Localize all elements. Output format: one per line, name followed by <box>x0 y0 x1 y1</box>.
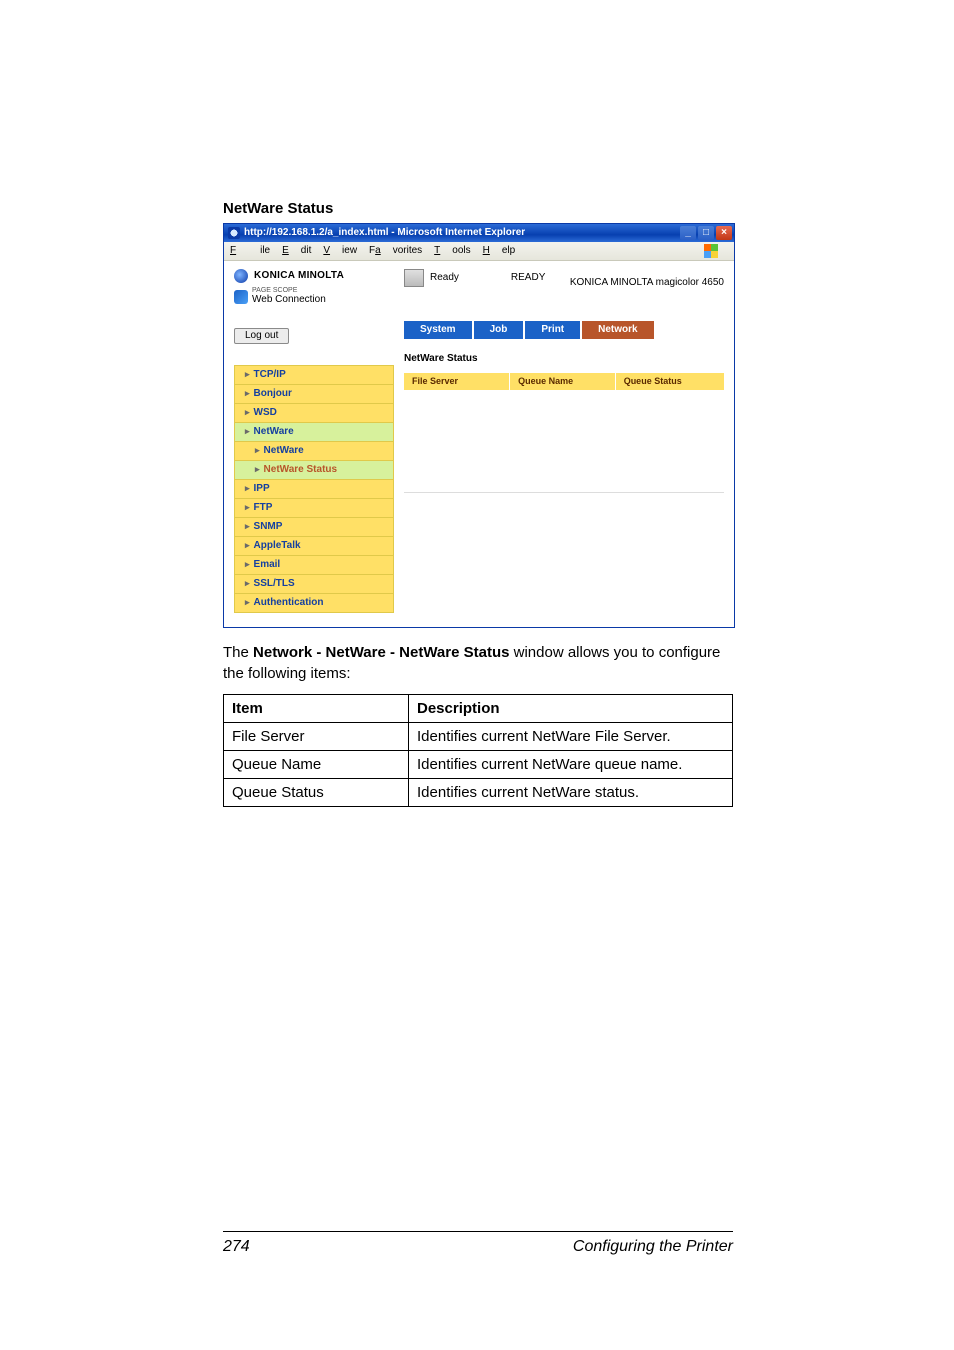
tab-network[interactable]: Network <box>582 321 653 339</box>
footer-title: Configuring the Printer <box>573 1238 733 1256</box>
tab-job[interactable]: Job <box>474 321 524 339</box>
table-row <box>404 390 724 482</box>
col-queue-name: Queue Name <box>510 373 616 390</box>
close-icon[interactable]: × <box>716 226 732 240</box>
brand-name: KONICA MINOLTA <box>254 270 344 282</box>
tab-bar: System Job Print Network <box>404 321 724 339</box>
col-queue-status: Queue Status <box>615 373 724 390</box>
nav-ssltls[interactable]: SSL/TLS <box>234 574 394 594</box>
ie-icon <box>228 227 240 239</box>
menu-file[interactable]: File <box>230 245 270 257</box>
tab-print[interactable]: Print <box>525 321 580 339</box>
col-file-server: File Server <box>404 373 510 390</box>
content-footer-rule <box>404 492 724 497</box>
nav-ipp[interactable]: IPP <box>234 479 394 499</box>
side-nav: TCP/IP Bonjour WSD NetWare NetWare NetWa… <box>234 365 394 613</box>
brand-row: KONICA MINOLTA <box>234 269 394 283</box>
screenshot-window: http://192.168.1.2/a_index.html - Micros… <box>223 223 735 628</box>
caption-text: The Network - NetWare - NetWare Status w… <box>223 642 733 684</box>
windows-flag-icon <box>704 244 718 258</box>
nav-email[interactable]: Email <box>234 555 394 575</box>
maximize-icon[interactable]: □ <box>698 226 714 240</box>
menu-tools[interactable]: Tools <box>434 245 470 257</box>
menu-help[interactable]: Help <box>483 245 516 257</box>
status-ready: Ready <box>430 272 459 284</box>
menu-favorites[interactable]: Favorites <box>369 245 422 257</box>
minimize-icon[interactable]: _ <box>680 226 696 240</box>
window-title: http://192.168.1.2/a_index.html - Micros… <box>244 227 680 239</box>
menu-bar: File Edit View Favorites Tools Help <box>224 242 734 261</box>
nav-authentication[interactable]: Authentication <box>234 593 394 613</box>
status-ready-upper: READY <box>511 272 545 284</box>
nav-bonjour[interactable]: Bonjour <box>234 384 394 404</box>
nav-wsd[interactable]: WSD <box>234 403 394 423</box>
printer-icon <box>404 269 424 287</box>
menu-view[interactable]: View <box>323 245 357 257</box>
nav-netware-sub[interactable]: NetWare <box>234 441 394 461</box>
brand-sub: PAGE SCOPE Web Connection <box>234 287 394 306</box>
logout-button[interactable]: Log out <box>234 328 289 344</box>
nav-netware-status[interactable]: NetWare Status <box>234 460 394 480</box>
nav-snmp[interactable]: SNMP <box>234 517 394 537</box>
nav-tcpip[interactable]: TCP/IP <box>234 365 394 385</box>
nav-netware[interactable]: NetWare <box>234 422 394 442</box>
desc-header-item: Item <box>224 695 409 723</box>
table-row: Queue Status Identifies current NetWare … <box>224 779 733 807</box>
nav-appletalk[interactable]: AppleTalk <box>234 536 394 556</box>
table-row: File Server Identifies current NetWare F… <box>224 723 733 751</box>
nav-ftp[interactable]: FTP <box>234 498 394 518</box>
brand-logo-icon <box>234 269 248 283</box>
tab-system[interactable]: System <box>404 321 472 339</box>
globe-icon <box>234 290 248 304</box>
netware-status-table: File Server Queue Name Queue Status <box>404 373 724 482</box>
content-heading: NetWare Status <box>404 353 724 365</box>
menu-edit[interactable]: Edit <box>282 245 311 257</box>
description-table: Item Description File Server Identifies … <box>223 694 733 807</box>
section-heading: NetWare Status <box>223 200 733 217</box>
desc-header-description: Description <box>409 695 733 723</box>
window-titlebar: http://192.168.1.2/a_index.html - Micros… <box>224 224 734 242</box>
page-number: 274 <box>223 1238 250 1256</box>
table-row: Queue Name Identifies current NetWare qu… <box>224 751 733 779</box>
page-footer: 274 Configuring the Printer <box>223 1231 733 1256</box>
